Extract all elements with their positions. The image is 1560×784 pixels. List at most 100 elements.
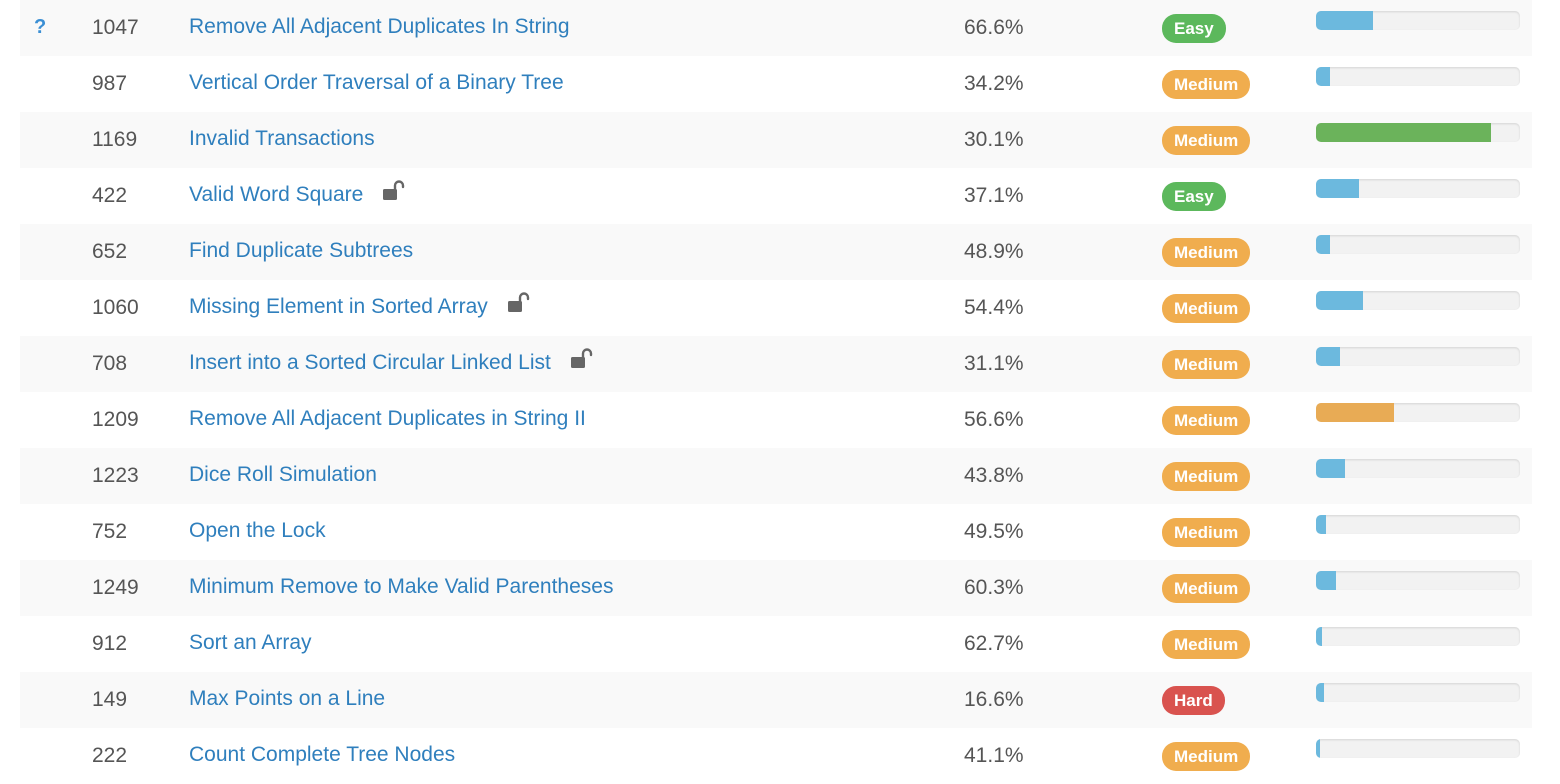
acceptance-rate: 48.9% [964,240,1024,263]
problem-table: ? 1047 Remove All Adjacent Duplicates In S… [20,0,1532,784]
frequency-bar [1316,571,1520,590]
table-row: 1060 Missing Element in Sorted Array 54.4%… [20,280,1532,336]
difficulty-badge: Medium [1162,630,1251,659]
unlock-icon [569,348,593,370]
acceptance-rate: 31.1% [964,352,1024,375]
problem-title-text: Vertical Order Traversal of a Binary Tre… [189,71,564,94]
problem-title-text: Count Complete Tree Nodes [189,743,456,766]
problem-title-link[interactable]: Open the Lock [189,519,326,543]
difficulty-badge: Medium [1162,126,1251,155]
problem-title-link[interactable]: Invalid Transactions [189,127,375,151]
problem-id: 1249 [92,576,139,599]
problem-title-link[interactable]: Minimum Remove to Make Valid Parentheses [189,575,613,599]
frequency-bar [1316,11,1520,30]
table-row: ? 1047 Remove All Adjacent Duplicates In S… [20,0,1532,56]
frequency-bar [1316,347,1520,366]
table-row: 1169 Invalid Transactions 30.1% Medium [20,112,1532,168]
table-row: 987 Vertical Order Traversal of a Binary … [20,56,1532,112]
problem-title-link[interactable]: Dice Roll Simulation [189,463,377,487]
problem-id: 1047 [92,16,139,39]
problem-title-link[interactable]: Valid Word Square [189,180,405,207]
acceptance-rate: 60.3% [964,576,1024,599]
acceptance-rate: 34.2% [964,72,1024,95]
acceptance-rate: 56.6% [964,408,1024,431]
problem-id: 422 [92,184,128,207]
table-row: 652 Find Duplicate Subtrees 48.9% Medium [20,224,1532,280]
frequency-bar-fill [1316,179,1359,198]
acceptance-rate: 66.6% [964,16,1024,39]
frequency-bar [1316,683,1520,702]
unlock-icon [381,180,405,202]
table-row: 752 Open the Lock 49.5% Medium [20,504,1532,560]
frequency-bar-fill [1316,515,1327,534]
frequency-bar [1316,515,1520,534]
difficulty-badge: Easy [1162,14,1226,43]
frequency-bar [1316,179,1520,198]
acceptance-rate: 49.5% [964,520,1024,543]
acceptance-rate: 16.6% [964,688,1024,711]
problem-id: 1169 [92,128,138,151]
acceptance-rate: 54.4% [964,296,1024,319]
frequency-bar [1316,123,1520,142]
frequency-bar-fill [1316,67,1331,86]
frequency-bar-fill [1316,739,1321,758]
difficulty-badge: Medium [1162,70,1251,99]
problem-title-link[interactable]: Remove All Adjacent Duplicates In String [189,15,570,39]
table-row: 222 Count Complete Tree Nodes 41.1% Medium [20,728,1532,784]
table-row: 708 Insert into a Sorted Circular Linked … [20,336,1532,392]
frequency-bar [1316,459,1520,478]
problem-id: 652 [92,240,128,263]
difficulty-badge: Medium [1162,294,1251,323]
table-row: 1209 Remove All Adjacent Duplicates in St… [20,392,1532,448]
problem-title-text: Missing Element in Sorted Array [189,295,488,318]
frequency-bar-fill [1316,571,1337,590]
acceptance-rate: 37.1% [964,184,1024,207]
difficulty-badge: Medium [1162,238,1251,267]
frequency-bar [1316,67,1520,86]
difficulty-badge: Medium [1162,350,1251,379]
frequency-bar-fill [1316,235,1331,254]
frequency-bar [1316,403,1520,422]
problem-title-link[interactable]: Find Duplicate Subtrees [189,239,413,263]
problem-title-text: Invalid Transactions [189,127,375,150]
problem-id: 222 [92,744,128,767]
frequency-bar [1316,235,1520,254]
frequency-bar-fill [1316,11,1374,30]
problem-id: 149 [92,688,128,711]
problem-title-text: Remove All Adjacent Duplicates In String [189,15,570,38]
table-row: 912 Sort an Array 62.7% Medium [20,616,1532,672]
problem-title-link[interactable]: Vertical Order Traversal of a Binary Tre… [189,71,564,95]
acceptance-rate: 41.1% [964,744,1024,767]
problem-id: 912 [92,632,128,655]
problem-title-text: Find Duplicate Subtrees [189,239,414,262]
problem-title-link[interactable]: Count Complete Tree Nodes [189,743,455,767]
problem-title-link[interactable]: Missing Element in Sorted Array [189,292,530,319]
table-row: 422 Valid Word Square 37.1% Easy [20,168,1532,224]
problem-title-text: Sort an Array [189,631,312,654]
frequency-bar [1316,739,1520,758]
problem-title-text: Dice Roll Simulation [189,463,377,486]
problem-title-link[interactable]: Remove All Adjacent Duplicates in String… [189,407,586,431]
problem-title-text: Minimum Remove to Make Valid Parentheses [189,575,614,598]
difficulty-badge: Medium [1162,574,1251,603]
problem-title-link[interactable]: Sort an Array [189,631,312,655]
problem-title-text: Insert into a Sorted Circular Linked Lis… [189,351,551,374]
table-row: 1249 Minimum Remove to Make Valid Parenth… [20,560,1532,616]
frequency-bar-fill [1316,123,1492,142]
frequency-bar-fill [1316,347,1341,366]
table-row: 1223 Dice Roll Simulation 43.8% Medium [20,448,1532,504]
problem-title-link[interactable]: Max Points on a Line [189,687,385,711]
problem-id: 708 [92,352,128,375]
difficulty-badge: Medium [1162,462,1251,491]
problem-title-link[interactable]: Insert into a Sorted Circular Linked Lis… [189,348,593,375]
status-icon: ? [34,16,47,38]
frequency-bar [1316,291,1520,310]
difficulty-badge: Medium [1162,518,1251,547]
table-row: 149 Max Points on a Line 16.6% Hard [20,672,1532,728]
problem-title-text: Open the Lock [189,519,326,542]
difficulty-badge: Medium [1162,742,1251,771]
problem-title-text: Max Points on a Line [189,687,386,710]
unlock-icon [506,292,530,314]
acceptance-rate: 30.1% [964,128,1024,151]
problem-title-text: Valid Word Square [189,183,364,206]
